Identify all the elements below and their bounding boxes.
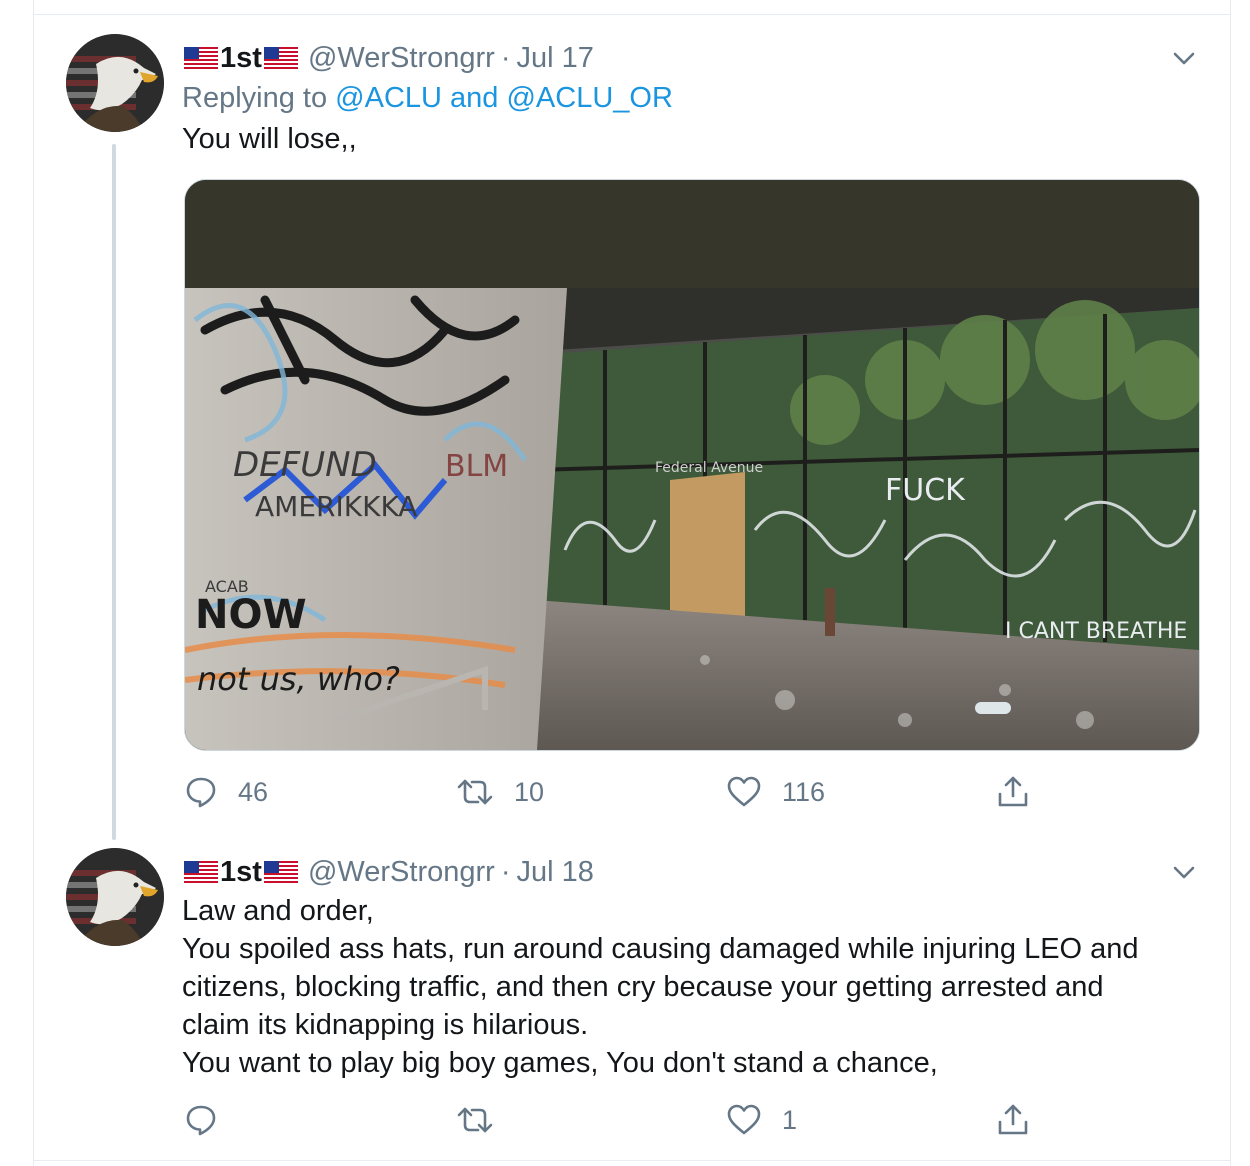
reply-count: 46: [238, 776, 269, 807]
like-count: 116: [782, 776, 826, 807]
tweet-text-line: claim its kidnapping is hilarious.: [182, 1009, 589, 1041]
graffiti-text: ACAB: [205, 577, 249, 596]
sign-text: Federal Avenue: [655, 460, 763, 476]
divider: [34, 14, 1230, 15]
chevron-down-icon[interactable]: [1170, 44, 1198, 72]
avatar[interactable]: [66, 34, 164, 132]
handle[interactable]: @WerStrongrr: [308, 856, 495, 888]
tweet-header: 1st @WerStrongrr · Jul 18: [182, 852, 1170, 892]
share-button[interactable]: [996, 772, 1030, 812]
chevron-down-icon[interactable]: [1170, 858, 1198, 886]
replying-to: Replying to @ACLU and @ACLU_OR: [182, 78, 673, 118]
mention-link[interactable]: @ACLU: [335, 82, 442, 114]
separator-dot: ·: [500, 856, 511, 888]
us-flag-icon: [263, 42, 298, 82]
tweet-text-line: You want to play big boy games, You don'…: [182, 1047, 938, 1079]
us-flag-icon: [263, 856, 298, 896]
share-button[interactable]: [996, 1100, 1030, 1140]
thread-connector-line: [112, 144, 116, 840]
graffiti-text: AMERIKKKA: [255, 490, 417, 523]
tweet-text-line: You will lose,,: [182, 123, 357, 155]
share-icon: [996, 774, 1030, 810]
graffiti-text: BLM: [445, 449, 508, 484]
divider: [34, 1160, 1230, 1161]
like-button[interactable]: 1: [726, 1100, 797, 1140]
tweet-date[interactable]: Jul 18: [517, 856, 594, 888]
share-icon: [996, 1102, 1030, 1138]
replying-prefix: Replying to: [182, 82, 328, 114]
reply-button[interactable]: 46: [184, 772, 268, 812]
like-count: 1: [782, 1104, 798, 1135]
handle[interactable]: @WerStrongrr: [308, 42, 495, 74]
tweet-header: 1st @WerStrongrr · Jul 17: [182, 38, 1170, 78]
graffiti-text: I CANT BREATHE: [1005, 619, 1187, 644]
tweet-text-line: citizens, blocking traffic, and then cry…: [182, 971, 1104, 1003]
heart-icon: [726, 775, 762, 809]
heart-icon: [726, 1103, 762, 1137]
reply-icon: [184, 775, 218, 809]
like-button[interactable]: 116: [726, 772, 825, 812]
retweet-button[interactable]: 10: [456, 772, 544, 812]
graffiti-text: NOW: [195, 592, 307, 638]
tweet-date[interactable]: Jul 17: [517, 42, 594, 74]
tweet-actions: 46 10 116: [184, 772, 1084, 812]
graffiti-text: not us, who?: [197, 660, 400, 698]
display-name[interactable]: 1st: [220, 42, 262, 74]
us-flag-icon: [184, 856, 218, 896]
display-name[interactable]: 1st: [220, 856, 262, 888]
retweet-count: 10: [514, 776, 545, 807]
tweet-text: Law and order, You spoiled ass hats, run…: [182, 892, 1212, 1082]
us-flag-icon: [184, 42, 218, 82]
reply-button[interactable]: [184, 1100, 238, 1140]
tweet-text-line: Law and order,: [182, 895, 374, 927]
tweet-text-line: You spoiled ass hats, run around causing…: [182, 933, 1139, 965]
avatar[interactable]: [66, 848, 164, 946]
tweet-actions: 1: [184, 1100, 1084, 1140]
timeline-column: 1st @WerStrongrr · Jul 17 Replying to @ACL…: [33, 0, 1231, 1166]
separator-dot: ·: [500, 42, 511, 74]
retweet-icon: [456, 775, 494, 809]
tweet-text: You will lose,,: [182, 120, 357, 158]
retweet-icon: [456, 1103, 494, 1137]
graffiti-text: FUCK: [885, 473, 966, 508]
mention-link[interactable]: @ACLU_OR: [506, 82, 672, 114]
graffiti-text: DEFUND: [233, 445, 377, 485]
replying-joiner: and: [450, 82, 499, 114]
tweet-photo[interactable]: DEFUND AMERIKKKA NOW not us, who? FUCK A…: [184, 179, 1200, 751]
retweet-button[interactable]: [456, 1100, 514, 1140]
reply-icon: [184, 1103, 218, 1137]
